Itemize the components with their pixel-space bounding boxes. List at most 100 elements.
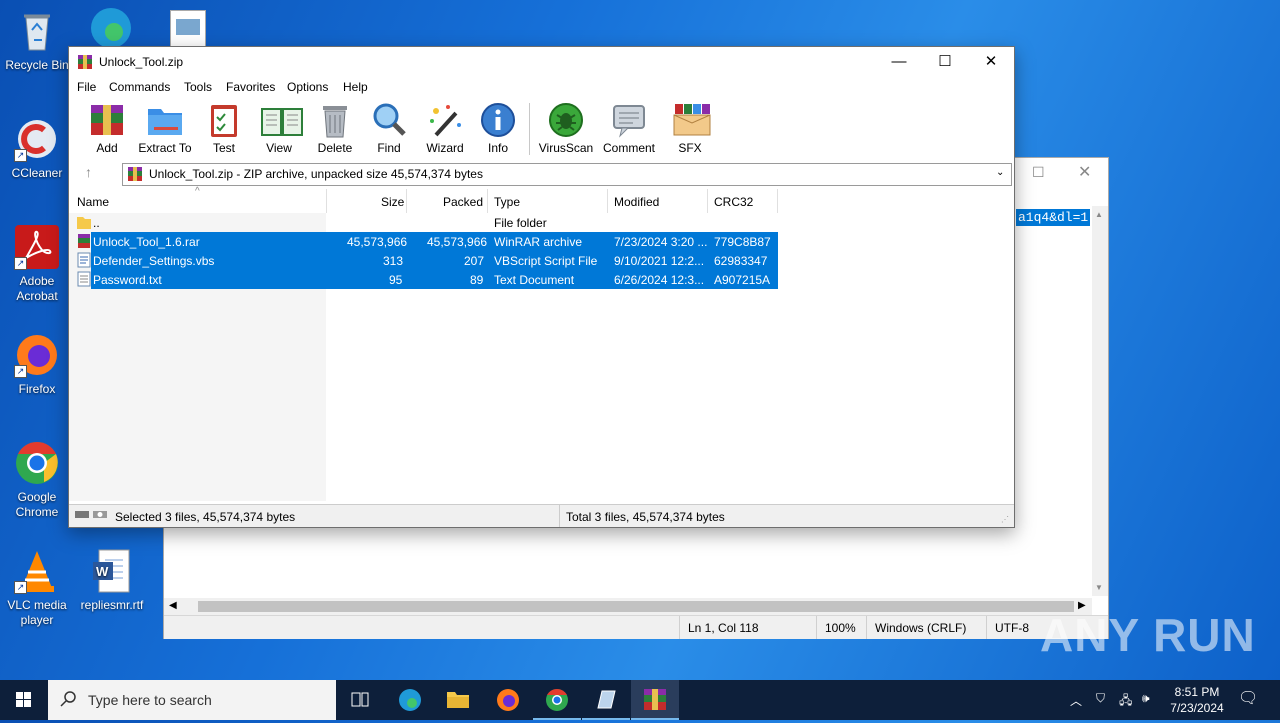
desktop-icon-google-chrome[interactable]: Google Chrome	[1, 440, 73, 520]
rar-file-icon	[77, 233, 91, 249]
chrome-icon	[14, 440, 60, 486]
menu-favorites[interactable]: Favorites	[226, 80, 275, 94]
defender-icon[interactable]: ⛉	[1096, 691, 1105, 706]
wizard-button[interactable]: Wizard	[423, 101, 467, 155]
word-document-icon: W	[89, 548, 135, 594]
zip-archive-icon	[127, 166, 143, 182]
notepad-statusbar: Ln 1, Col 118 100% Windows (CRLF) UTF-8	[164, 615, 1108, 639]
text-file-icon	[77, 271, 91, 287]
title-bar[interactable]: Unlock_Tool.zip — ☐ ✕	[69, 47, 1014, 77]
search-placeholder: Type here to search	[88, 692, 212, 708]
horizontal-scrollbar[interactable]: ◀ ▶	[164, 598, 1092, 615]
drive-icon	[75, 509, 109, 521]
zoom-level: 100%	[825, 621, 856, 635]
desktop-icon-ccleaner[interactable]: ↗ CCleaner	[1, 116, 73, 181]
status-bar: Selected 3 files, 45,574,374 bytes Total…	[69, 504, 1014, 527]
minimize-button[interactable]: —	[876, 47, 922, 77]
add-button[interactable]: Add	[87, 101, 127, 155]
line-endings: Windows (CRLF)	[875, 621, 967, 635]
firefox-icon: ↗	[14, 332, 60, 378]
scroll-down-icon[interactable]: ▼	[1095, 583, 1103, 592]
find-button[interactable]: Find	[369, 101, 409, 155]
winrar-window[interactable]: Unlock_Tool.zip — ☐ ✕ File Commands Tool…	[68, 46, 1015, 528]
menu-bar: File Commands Tools Favorites Options He…	[69, 77, 1014, 97]
menu-help[interactable]: Help	[343, 80, 368, 94]
list-item[interactable]: Unlock_Tool_1.6.rar 45,573,966 45,573,96…	[69, 232, 1014, 251]
sfx-button[interactable]: SFX	[669, 101, 711, 155]
column-headers: ^ Name Size Packed Type Modified CRC32	[69, 186, 1014, 214]
list-item[interactable]: Defender_Settings.vbs 313 207 VBScript S…	[69, 251, 1014, 270]
menu-file[interactable]: File	[77, 80, 96, 94]
maximize-button[interactable]: ☐	[922, 47, 968, 77]
edge-taskbar-icon[interactable]	[386, 680, 434, 720]
comment-button[interactable]: Comment	[601, 101, 657, 155]
firefox-taskbar-icon[interactable]	[484, 680, 532, 720]
task-view-icon[interactable]	[336, 680, 384, 720]
clock[interactable]: 8:51 PM 7/23/2024	[1166, 684, 1228, 716]
ccleaner-icon: ↗	[14, 116, 60, 162]
column-type[interactable]: Type	[494, 195, 520, 209]
resize-grip-icon[interactable]: ⋰	[1001, 515, 1009, 524]
file-list: .. File folder Unlock_Tool_1.6.rar 45,57…	[69, 213, 1014, 501]
folder-icon	[146, 101, 184, 139]
notepad-taskbar-icon[interactable]	[582, 680, 630, 720]
maximize-button[interactable]: ☐	[1032, 164, 1045, 181]
chevron-down-icon[interactable]: ⌄	[996, 167, 1004, 178]
path-field[interactable]: Unlock_Tool.zip - ZIP archive, unpacked …	[122, 163, 1012, 186]
clipboard-check-icon	[205, 101, 243, 139]
column-modified[interactable]: Modified	[614, 195, 659, 209]
scroll-left-icon[interactable]: ◀	[169, 600, 177, 611]
winrar-taskbar-icon[interactable]	[631, 680, 679, 720]
network-icon[interactable]: 🖧	[1119, 691, 1132, 712]
column-packed[interactable]: Packed	[443, 195, 483, 209]
close-button[interactable]: ✕	[968, 47, 1014, 77]
selected-text[interactable]: a1q4&dl=1	[1016, 209, 1091, 226]
trash-icon	[316, 101, 354, 139]
desktop-icon-recycle-bin[interactable]: Recycle Bin	[1, 8, 73, 73]
scroll-up-icon[interactable]: ▲	[1095, 210, 1103, 219]
show-hidden-icons-icon[interactable]: ︿	[1070, 692, 1082, 709]
notifications-icon[interactable]: 🗨	[1238, 688, 1258, 708]
menu-tools[interactable]: Tools	[184, 80, 212, 94]
list-item[interactable]: Password.txt 95 89 Text Document 6/26/20…	[69, 270, 1014, 289]
column-name[interactable]: Name	[77, 195, 109, 209]
volume-icon[interactable]: 🕪	[1142, 691, 1150, 706]
selection-status: Selected 3 files, 45,574,374 bytes	[115, 510, 296, 524]
file-explorer-icon[interactable]	[434, 680, 482, 720]
magic-wand-icon	[426, 101, 464, 139]
start-button[interactable]	[0, 680, 48, 720]
folder-icon	[77, 214, 91, 230]
extract-to-button[interactable]: Extract To	[137, 101, 193, 155]
cursor-position: Ln 1, Col 118	[688, 621, 759, 635]
test-button[interactable]: Test	[205, 101, 243, 155]
comment-icon	[610, 101, 648, 139]
add-icon	[88, 101, 126, 139]
virusscan-button[interactable]: VirusScan	[537, 101, 595, 155]
image-file-desktop-icon[interactable]	[170, 10, 206, 48]
desktop-icon-adobe-acrobat[interactable]: ↗ Adobe Acrobat	[1, 224, 73, 304]
info-button[interactable]: Info	[479, 101, 517, 155]
list-item[interactable]: .. File folder	[69, 213, 1014, 232]
delete-button[interactable]: Delete	[315, 101, 355, 155]
sfx-icon	[671, 101, 711, 139]
column-crc32[interactable]: CRC32	[714, 195, 753, 209]
menu-commands[interactable]: Commands	[109, 80, 170, 94]
acrobat-icon: ↗	[14, 224, 60, 270]
edge-desktop-icon[interactable]	[86, 6, 136, 48]
scroll-thumb[interactable]	[198, 601, 1074, 612]
column-size[interactable]: Size	[381, 195, 404, 209]
menu-options[interactable]: Options	[287, 80, 328, 94]
taskbar-search[interactable]: Type here to search	[48, 680, 336, 720]
magnifier-icon	[370, 101, 408, 139]
up-arrow-icon[interactable]: ↑	[85, 164, 92, 180]
chrome-taskbar-icon[interactable]	[533, 680, 581, 720]
toolbar: Add Extract To Test View Delete Find Wiz…	[69, 99, 1014, 161]
vertical-scrollbar[interactable]: ▲ ▼	[1092, 206, 1108, 596]
total-status: Total 3 files, 45,574,374 bytes	[566, 510, 725, 524]
close-button[interactable]: ✕	[1078, 162, 1091, 182]
desktop-icon-firefox[interactable]: ↗ Firefox	[1, 332, 73, 397]
vlc-icon: ↗	[14, 548, 60, 594]
desktop-icon-vlc[interactable]: ↗ VLC media player	[1, 548, 73, 628]
view-button[interactable]: View	[257, 101, 303, 155]
desktop-icon-repliesmr-rtf[interactable]: W repliesmr.rtf	[76, 548, 148, 613]
